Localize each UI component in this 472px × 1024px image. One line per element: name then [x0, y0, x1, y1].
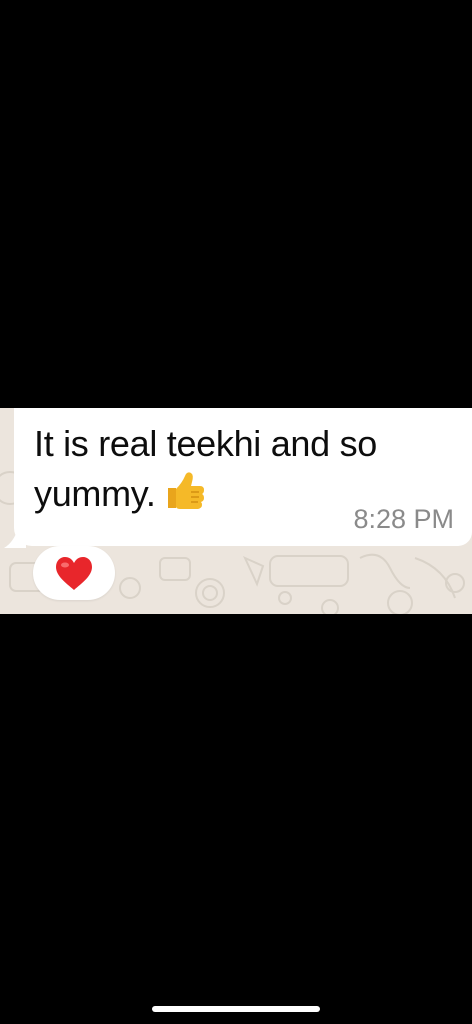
chat-screenshot-crop: It is real teekhi and so yummy. 8:28 PM: [0, 408, 472, 614]
thumbs-up-icon: [167, 472, 204, 509]
message-bubble[interactable]: It is real teekhi and so yummy. 8:28 PM: [14, 408, 472, 546]
screen: It is real teekhi and so yummy. 8:28 PM: [0, 0, 472, 1024]
reaction-pill[interactable]: [33, 546, 115, 600]
red-heart-icon: [56, 557, 92, 590]
home-indicator[interactable]: [152, 1006, 320, 1012]
message-timestamp: 8:28 PM: [353, 504, 454, 534]
